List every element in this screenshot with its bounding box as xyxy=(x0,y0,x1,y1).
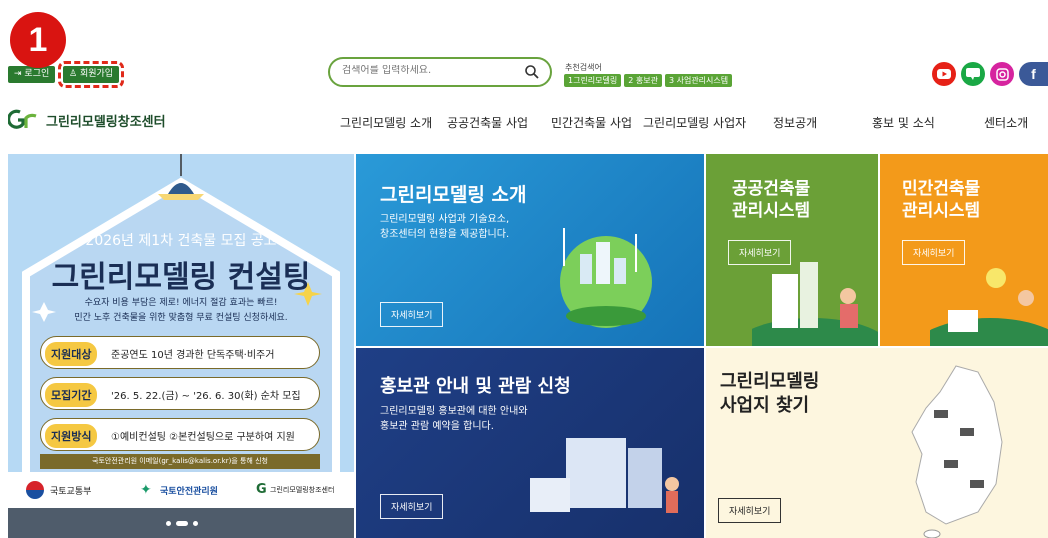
hero-info-label: 모집기간 xyxy=(45,383,98,407)
panel-site-map[interactable]: 그린리모델링 사업지 찾기 자세히보기 xyxy=(706,348,1048,538)
search-input[interactable] xyxy=(342,65,512,76)
hero-headline: 그린리모델링 컨설팅 xyxy=(51,260,311,295)
user-icon: ♙ xyxy=(69,69,78,79)
instagram-icon[interactable] xyxy=(990,62,1014,86)
panel-private-system[interactable]: 민간건축물 관리시스템 자세히보기 xyxy=(880,154,1048,346)
site-logo[interactable]: 그린리모델링창조센터 xyxy=(8,108,166,132)
panel-intro[interactable]: 그린리모델링 소개 그린리모델링 사업과 기술요소, 창조센터의 현황을 제공합… xyxy=(356,154,704,346)
panel-public-title: 공공건축물 관리시스템 xyxy=(732,179,811,221)
search-icon[interactable] xyxy=(524,64,540,80)
panel-promo-desc: 그린리모델링 홍보관에 대한 안내와 홍보관 관람 예약을 합니다. xyxy=(380,406,528,432)
header: 1 ⇥ 로그인 ♙ 회원가입 추천검색어 1그린리모델링 2 홍보관 3 사업관… xyxy=(0,0,1048,100)
panel-promo-more-button[interactable]: 자세히보기 xyxy=(380,494,444,519)
pagination-dot[interactable] xyxy=(166,521,171,526)
hero-notice: 2026년 제1차 건축물 모집 공고 xyxy=(85,233,277,249)
login-label: 로그인 xyxy=(24,69,50,79)
recommended-tag[interactable]: 1그린리모델링 xyxy=(564,74,622,87)
panel-private-title: 민간건축물 관리시스템 xyxy=(902,179,981,221)
nav-item-news[interactable]: 홍보 및 소식 xyxy=(872,114,935,131)
search-box xyxy=(328,57,552,87)
public-building-illustration xyxy=(752,262,878,346)
exhibition-hall-illustration xyxy=(530,438,679,513)
nav-item-public[interactable]: 공공건축물 사업 xyxy=(447,114,528,131)
hero-subtext-1: 수요자 비용 부담은 제로! 에너지 절감 효과는 빠르! xyxy=(84,298,278,308)
org-gr-center: 그린리모델링창조센터 xyxy=(270,486,335,494)
hero-info-value: ①예비컨설팅 ②본컨설팅으로 구분하여 지원 xyxy=(111,432,295,443)
facebook-icon[interactable]: f xyxy=(1019,62,1048,86)
panel-promo-title: 홍보관 안내 및 관람 신청 xyxy=(380,376,571,397)
pagination-dot-active[interactable] xyxy=(176,521,188,526)
logo-text: 그린리모델링창조센터 xyxy=(46,114,166,130)
hero-banner[interactable]: 2026년 제1차 건축물 모집 공고 그린리모델링 컨설팅 수요자 비용 부담… xyxy=(8,154,354,538)
join-button[interactable]: ♙ 회원가입 xyxy=(57,61,125,88)
nav-item-contractor[interactable]: 그린리모델링 사업자 xyxy=(643,114,746,131)
hero-info-label: 지원방식 xyxy=(45,424,98,448)
korea-map-illustration xyxy=(911,365,1003,538)
nav-item-intro[interactable]: 그린리모델링 소개 xyxy=(340,114,432,131)
molit-logo-icon xyxy=(26,481,44,499)
hero-info-value: 준공연도 10년 경과한 단독주택·비주거 xyxy=(111,350,275,361)
panel-promo-hall[interactable]: 홍보관 안내 및 관람 신청 그린리모델링 홍보관에 대한 안내와 홍보관 관람… xyxy=(356,348,704,538)
nav-item-private[interactable]: 민간건축물 사업 xyxy=(551,114,632,131)
panel-intro-desc: 그린리모델링 사업과 기술요소, 창조센터의 현황을 제공합니다. xyxy=(380,214,510,240)
youtube-icon[interactable] xyxy=(932,62,956,86)
panel-map-title: 그린리모델링 사업지 찾기 xyxy=(720,371,820,416)
hero-info-row: 지원대상 준공연도 10년 경과한 단독주택·비주거 xyxy=(40,336,320,369)
recommended-search-tags: 1그린리모델링 2 홍보관 3 사업관리시스템 xyxy=(564,74,733,87)
hero-footnote: 국토안전관리원 이메일(gr_kalis@kalis.or.kr)을 통해 신청 xyxy=(40,454,320,469)
blog-icon[interactable] xyxy=(961,62,985,86)
panel-map-more-button[interactable]: 자세히보기 xyxy=(718,498,782,523)
panel-intro-title: 그린리모델링 소개 xyxy=(380,184,527,206)
recommended-tag[interactable]: 3 사업관리시스템 xyxy=(664,74,733,87)
pagination-dot[interactable] xyxy=(193,521,198,526)
hero-subtext-2: 민간 노후 건축물을 위한 맞춤형 무료 컨설팅 신청하세요. xyxy=(74,313,288,323)
hero-pagination[interactable] xyxy=(166,521,198,526)
login-button[interactable]: ⇥ 로그인 xyxy=(8,66,56,83)
hero-info-row: 지원방식 ①예비컨설팅 ②본컨설팅으로 구분하여 지원 xyxy=(40,418,320,451)
private-house-illustration xyxy=(930,268,1048,346)
globe-city-illustration xyxy=(560,228,652,328)
step-marker-badge: 1 xyxy=(10,12,66,68)
nav-item-center[interactable]: 센터소개 xyxy=(984,114,1028,131)
hero-info-label: 지원대상 xyxy=(45,342,98,366)
hero-info-value: '26. 5. 22.(금) ~ '26. 6. 30(화) 순차 모집 xyxy=(111,391,301,402)
panel-public-system[interactable]: 공공건축물 관리시스템 자세히보기 xyxy=(706,154,878,346)
org-kalis: 국토안전관리원 xyxy=(160,487,218,497)
hero-info-row: 모집기간 '26. 5. 22.(금) ~ '26. 6. 30(화) 순차 모… xyxy=(40,377,320,410)
hero-org-strip: 국토교통부 ✦ 국토안전관리원 G 그린리모델링창조센터 xyxy=(8,472,354,508)
logo-mark-icon xyxy=(8,109,37,129)
nav-item-disclosure[interactable]: 정보공개 xyxy=(773,114,817,131)
join-label: 회원가입 xyxy=(79,69,114,79)
login-icon: ⇥ xyxy=(14,69,22,79)
org-molit: 국토교통부 xyxy=(50,487,92,497)
recommended-search-title: 추천검색어 xyxy=(565,63,602,72)
recommended-tag[interactable]: 2 홍보관 xyxy=(624,74,662,87)
kalis-logo-icon: ✦ xyxy=(140,482,152,498)
gr-logo-icon: G xyxy=(256,482,267,497)
panel-intro-more-button[interactable]: 자세히보기 xyxy=(380,302,444,327)
